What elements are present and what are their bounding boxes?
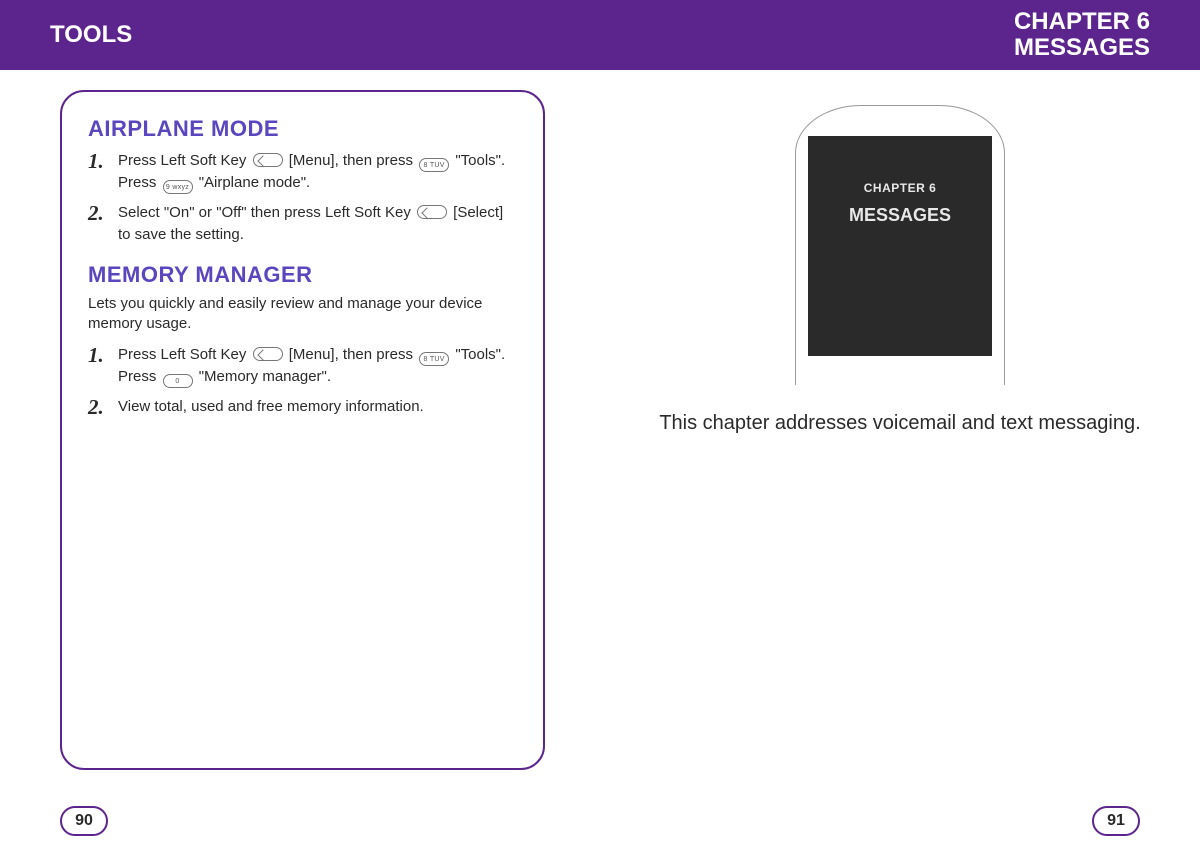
left-soft-key-icon: [253, 153, 283, 167]
list-item: Press Left Soft Key [Menu], then press 8…: [88, 344, 517, 388]
header-right-title: CHAPTER 6 MESSAGES: [1014, 9, 1150, 62]
phone-illustration: CHAPTER 6 MESSAGES: [795, 105, 1005, 385]
phone-screen: CHAPTER 6 MESSAGES: [808, 136, 992, 356]
step-text: "Airplane mode".: [199, 174, 311, 191]
step-text: Press: [118, 174, 161, 191]
key-0-icon: 0: [163, 374, 193, 388]
key-9-icon: 9 wxyz: [163, 180, 193, 194]
list-item: View total, used and free memory informa…: [88, 396, 517, 418]
memory-manager-steps: Press Left Soft Key [Menu], then press 8…: [88, 344, 517, 418]
list-item: Press Left Soft Key [Menu], then press 8…: [88, 150, 517, 194]
step-text: "Tools".: [455, 346, 505, 363]
airplane-mode-heading: AIRPLANE MODE: [88, 116, 517, 142]
step-text: Press Left Soft Key: [118, 346, 251, 363]
step-text: "Tools".: [455, 152, 505, 169]
memory-manager-subtitle: Lets you quickly and easily review and m…: [88, 294, 517, 335]
chapter-intro-column: CHAPTER 6 MESSAGES This chapter addresse…: [640, 90, 1160, 435]
header-left-title: TOOLS: [50, 21, 132, 49]
step-text: [Menu], then press: [289, 346, 417, 363]
step-text: Press Left Soft Key: [118, 152, 251, 169]
document-spread: TOOLS CHAPTER 6 MESSAGES AIRPLANE MODE P…: [0, 0, 1200, 866]
content-panel: AIRPLANE MODE Press Left Soft Key [Menu]…: [60, 90, 545, 770]
left-soft-key-icon: [417, 205, 447, 219]
page-number-left: 90: [60, 806, 108, 836]
phone-screen-title: MESSAGES: [849, 205, 951, 226]
chapter-blurb: This chapter addresses voicemail and tex…: [640, 412, 1160, 435]
list-item: Select "On" or "Off" then press Left Sof…: [88, 202, 517, 246]
header-right-line2: MESSAGES: [1014, 35, 1150, 61]
step-text: "Memory manager".: [199, 368, 331, 385]
step-text: Press: [118, 368, 161, 385]
left-soft-key-icon: [253, 347, 283, 361]
header-right-line1: CHAPTER 6: [1014, 9, 1150, 35]
airplane-mode-steps: Press Left Soft Key [Menu], then press 8…: [88, 150, 517, 246]
memory-manager-heading: MEMORY MANAGER: [88, 262, 517, 288]
page-number-right: 91: [1092, 806, 1140, 836]
step-text: Select "On" or "Off" then press Left Sof…: [118, 204, 415, 221]
header-bar: TOOLS CHAPTER 6 MESSAGES: [0, 0, 1200, 70]
step-text: View total, used and free memory informa…: [118, 398, 424, 415]
step-text: [Menu], then press: [289, 152, 417, 169]
phone-screen-chapter: CHAPTER 6: [864, 181, 937, 195]
key-8-icon: 8 TUV: [419, 352, 449, 366]
key-8-icon: 8 TUV: [419, 158, 449, 172]
